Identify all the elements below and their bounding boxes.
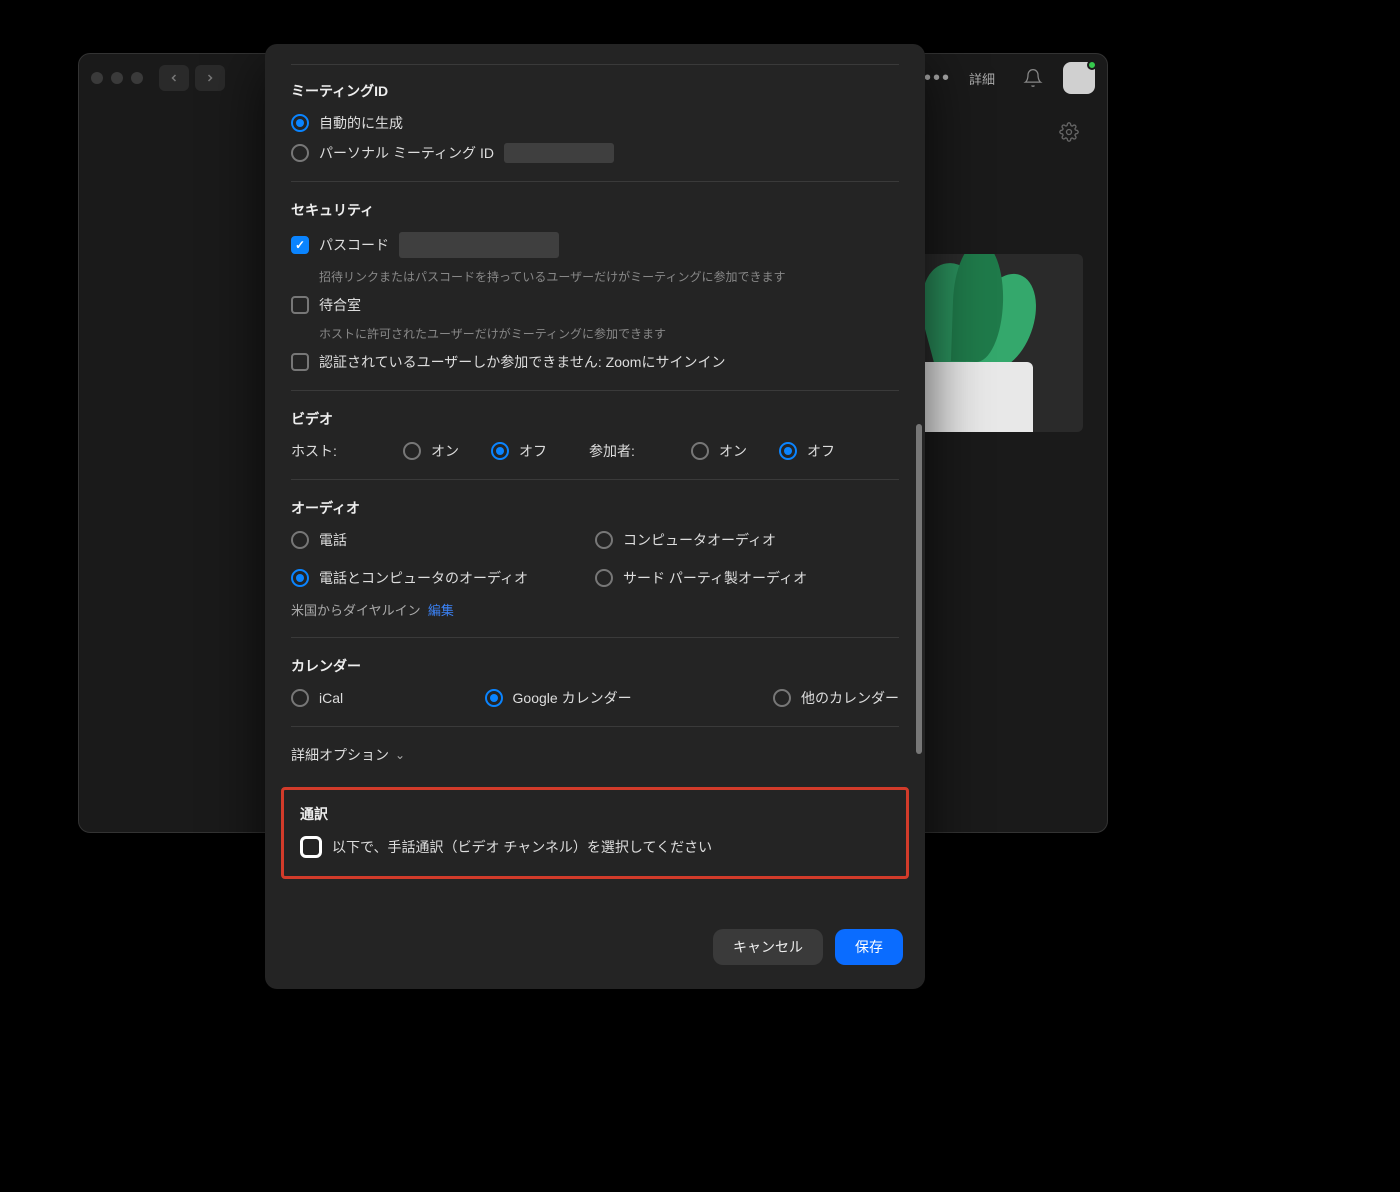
label-host-off: オフ xyxy=(519,441,547,461)
nav-back-button[interactable] xyxy=(159,65,189,91)
more-icon[interactable]: ••• xyxy=(924,67,951,90)
label-auth: 認証されているユーザーしか参加できません: Zoomにサインイン xyxy=(319,352,725,372)
label-participant-off: オフ xyxy=(807,441,835,461)
radio-audio-phone[interactable] xyxy=(291,531,309,549)
radio-participant-off[interactable] xyxy=(779,442,797,460)
radio-cal-ical[interactable] xyxy=(291,689,309,707)
label-host-on: オン xyxy=(431,441,459,461)
scrollbar[interactable] xyxy=(916,64,922,903)
radio-cal-other[interactable] xyxy=(773,689,791,707)
maximize-dot[interactable] xyxy=(131,72,143,84)
save-button[interactable]: 保存 xyxy=(835,929,903,965)
modal-body: ミーティングID 自動的に生成 パーソナル ミーティング ID セキュリティ パ… xyxy=(265,44,925,913)
minimize-dot[interactable] xyxy=(111,72,123,84)
window-controls[interactable] xyxy=(91,72,143,84)
label-auto-generate: 自動的に生成 xyxy=(319,113,403,133)
label-participant-on: オン xyxy=(719,441,747,461)
radio-audio-both[interactable] xyxy=(291,569,309,587)
avatar[interactable] xyxy=(1063,62,1095,94)
label-cal-other: 他のカレンダー xyxy=(801,688,899,708)
radio-personal-id[interactable] xyxy=(291,144,309,162)
advanced-options-toggle[interactable]: 詳細オプション ⌄ xyxy=(291,745,899,765)
section-title-security: セキュリティ xyxy=(291,200,899,220)
section-title-meeting-id: ミーティングID xyxy=(291,81,899,101)
help-passcode: 招待リンクまたはパスコードを持っているユーザーだけがミーティングに参加できます xyxy=(319,268,899,285)
interpretation-highlight: 通訳 以下で、手話通訳（ビデオ チャンネル）を選択してください xyxy=(281,787,909,879)
label-participant: 参加者: xyxy=(589,441,659,461)
label-waiting-room: 待合室 xyxy=(319,295,361,315)
dial-in-text: 米国からダイヤルイン xyxy=(291,603,421,618)
section-title-audio: オーディオ xyxy=(291,498,899,518)
radio-audio-third[interactable] xyxy=(595,569,613,587)
radio-participant-on[interactable] xyxy=(691,442,709,460)
section-title-video: ビデオ xyxy=(291,409,899,429)
scrollbar-thumb[interactable] xyxy=(916,424,922,754)
label-audio-both: 電話とコンピュータのオーディオ xyxy=(319,568,528,588)
label-audio-phone: 電話 xyxy=(319,530,347,550)
radio-auto-generate[interactable] xyxy=(291,114,309,132)
radio-host-off[interactable] xyxy=(491,442,509,460)
passcode-masked xyxy=(399,232,559,258)
help-waiting-room: ホストに許可されたユーザーだけがミーティングに参加できます xyxy=(319,325,899,342)
radio-host-on[interactable] xyxy=(403,442,421,460)
label-host: ホスト: xyxy=(291,441,371,461)
section-title-interpretation: 通訳 xyxy=(300,804,890,824)
advanced-options-label: 詳細オプション xyxy=(291,745,389,765)
nav-forward-button[interactable] xyxy=(195,65,225,91)
label-audio-third: サード パーティ製オーディオ xyxy=(623,568,807,588)
checkbox-waiting-room[interactable] xyxy=(291,296,309,314)
radio-cal-google[interactable] xyxy=(485,689,503,707)
radio-audio-computer[interactable] xyxy=(595,531,613,549)
bell-icon[interactable] xyxy=(1023,68,1043,88)
chevron-down-icon: ⌄ xyxy=(395,748,405,762)
label-audio-computer: コンピュータオーディオ xyxy=(623,530,776,550)
checkbox-auth[interactable] xyxy=(291,353,309,371)
section-title-calendar: カレンダー xyxy=(291,656,899,676)
checkbox-sign-language[interactable] xyxy=(300,836,322,858)
label-cal-google: Google カレンダー xyxy=(513,688,632,708)
schedule-meeting-modal: ミーティングID 自動的に生成 パーソナル ミーティング ID セキュリティ パ… xyxy=(265,44,925,989)
personal-id-masked xyxy=(504,143,614,163)
label-personal-id: パーソナル ミーティング ID xyxy=(319,143,494,163)
label-passcode: パスコード xyxy=(319,235,389,255)
edit-dial-in-link[interactable]: 編集 xyxy=(428,603,454,618)
label-cal-ical: iCal xyxy=(319,690,343,706)
gear-icon[interactable] xyxy=(1059,122,1079,145)
label-sign-language: 以下で、手話通訳（ビデオ チャンネル）を選択してください xyxy=(332,837,712,857)
cancel-button[interactable]: キャンセル xyxy=(713,929,823,965)
modal-footer: キャンセル 保存 xyxy=(265,913,925,989)
details-link[interactable]: 詳細 xyxy=(969,69,995,88)
close-dot[interactable] xyxy=(91,72,103,84)
presence-dot xyxy=(1087,60,1097,70)
checkbox-passcode[interactable] xyxy=(291,236,309,254)
